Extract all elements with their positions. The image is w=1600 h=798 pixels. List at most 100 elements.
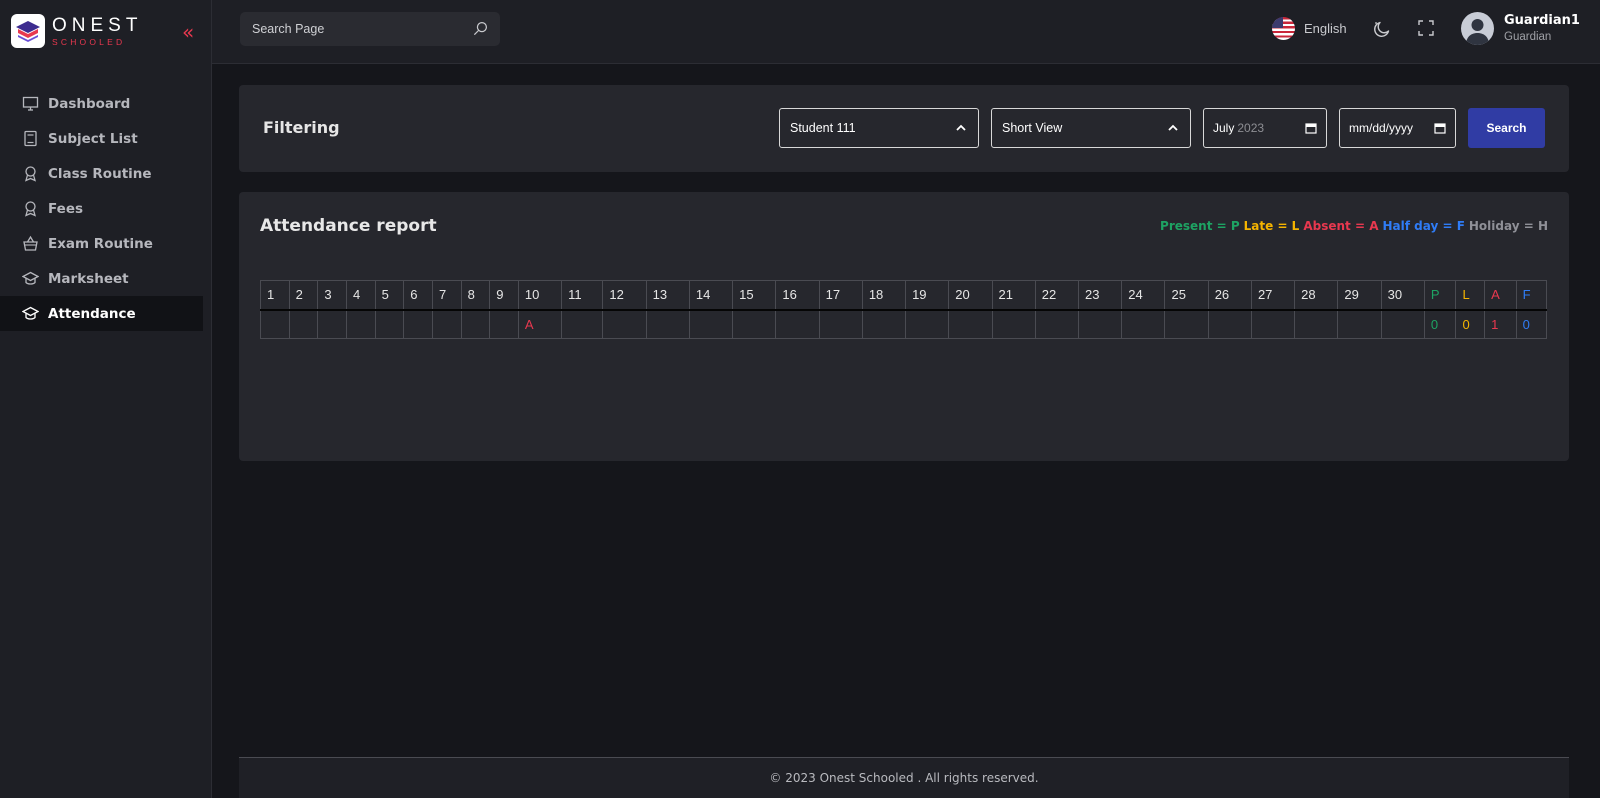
- day-cell: [861, 309, 907, 339]
- day-cell: [374, 309, 405, 339]
- date-input[interactable]: mm/dd/yyyy: [1339, 108, 1456, 148]
- legend-item: Absent = A: [1303, 219, 1379, 233]
- page-search[interactable]: [240, 12, 500, 46]
- logo-mark: [11, 14, 45, 48]
- graduation-cap-icon: [22, 270, 39, 287]
- fullscreen-icon[interactable]: [1418, 20, 1434, 36]
- day-header: 14: [688, 280, 734, 311]
- day-cell: [905, 309, 950, 339]
- search-button[interactable]: Search: [1468, 108, 1545, 148]
- calendar-icon[interactable]: [1434, 122, 1446, 134]
- calendar-icon[interactable]: [1305, 122, 1317, 134]
- sidebar-nav: Dashboard Subject List Class Routine Fees Ex…: [0, 86, 203, 331]
- search-icon[interactable]: [473, 21, 488, 36]
- user-avatar[interactable]: [1461, 12, 1494, 45]
- sidebar-item-exam-routine[interactable]: Exam Routine: [0, 226, 203, 261]
- brand-logo[interactable]: ONEST SCHOOLED: [11, 14, 142, 48]
- day-header: 20: [948, 280, 993, 311]
- sidebar-item-label: Exam Routine: [48, 235, 153, 252]
- day-header: 9: [489, 280, 519, 311]
- language-label: English: [1304, 21, 1347, 36]
- day-header: 5: [374, 280, 405, 311]
- sidebar-item-fees[interactable]: Fees: [0, 191, 203, 226]
- day-header: 16: [775, 280, 820, 311]
- day-cell: [489, 309, 519, 339]
- month-input[interactable]: July 2023: [1203, 108, 1327, 148]
- day-cell: [345, 309, 376, 339]
- sidebar-item-subject-list[interactable]: Subject List: [0, 121, 203, 156]
- day-header: 4: [345, 280, 376, 311]
- attendance-header-row: 1 2 3 4 5 6 7 8 9 10 11 12 13 14 15 16 17 18 19 20 21 22 23 24 2…: [260, 280, 1548, 311]
- student-select[interactable]: Student 111: [779, 108, 979, 148]
- day-header: 24: [1121, 280, 1166, 311]
- search-input[interactable]: [252, 22, 462, 36]
- sidebar-item-label: Fees: [48, 200, 84, 217]
- graduation-cap-icon: [22, 305, 39, 322]
- us-flag-icon: [1272, 17, 1295, 40]
- day-cell: [818, 309, 863, 339]
- summary-header: L: [1455, 280, 1486, 311]
- dark-mode-toggle-icon[interactable]: [1373, 20, 1391, 38]
- day-header: 7: [431, 280, 462, 311]
- day-cell: [948, 309, 993, 339]
- day-header: 26: [1207, 280, 1252, 311]
- sidebar-item-label: Class Routine: [48, 165, 152, 182]
- day-header: 19: [905, 280, 950, 311]
- day-header: 22: [1034, 280, 1080, 311]
- filter-title: Filtering: [263, 118, 340, 137]
- summary-cell: 0: [1423, 309, 1457, 339]
- sidebar-item-attendance[interactable]: Attendance: [0, 296, 203, 331]
- day-header: 25: [1164, 280, 1209, 311]
- day-header: 3: [317, 280, 347, 311]
- day-header: 18: [861, 280, 907, 311]
- day-cell: [645, 309, 690, 339]
- attendance-card: Attendance report Present = P Late = L Abs…: [239, 192, 1569, 461]
- sidebar-item-dashboard[interactable]: Dashboard: [0, 86, 203, 121]
- day-header: 8: [460, 280, 491, 311]
- day-cell: [431, 309, 462, 339]
- day-header: 29: [1337, 280, 1382, 311]
- day-cell: [288, 309, 319, 339]
- language-selector[interactable]: English: [1272, 17, 1347, 40]
- summary-cell: 0: [1455, 309, 1486, 339]
- day-header: 10: [517, 280, 563, 311]
- day-cell: [732, 309, 777, 339]
- day-cell: [317, 309, 347, 339]
- view-select[interactable]: Short View: [991, 108, 1191, 148]
- copyright-text: © 2023 Onest Schooled . All rights reser…: [769, 771, 1039, 785]
- day-header: 12: [602, 280, 647, 311]
- day-cell: [1337, 309, 1382, 339]
- month-year: 2023: [1237, 121, 1265, 135]
- date-placeholder: mm/dd/yyyy: [1349, 121, 1414, 135]
- brand-tagline: SCHOOLED: [52, 36, 126, 47]
- attendance-legend: Present = P Late = L Absent = A Half day = …: [1156, 219, 1548, 233]
- day-header: 28: [1294, 280, 1339, 311]
- user-name[interactable]: Guardian1: [1504, 13, 1580, 28]
- award-icon: [22, 200, 39, 217]
- day-header: 17: [818, 280, 863, 311]
- sidebar-item-label: Subject List: [48, 130, 138, 147]
- sidebar: ONEST SCHOOLED « Dashboard Subject List Cl…: [0, 0, 212, 798]
- sidebar-collapse-button[interactable]: «: [182, 22, 194, 42]
- day-header: 15: [732, 280, 777, 311]
- day-cell: A: [517, 309, 563, 339]
- user-role: Guardian: [1504, 31, 1552, 43]
- day-header: 30: [1380, 280, 1425, 311]
- summary-cell: 1: [1484, 309, 1517, 339]
- day-cell: [1380, 309, 1425, 339]
- sidebar-item-class-routine[interactable]: Class Routine: [0, 156, 203, 191]
- day-cell: [1164, 309, 1209, 339]
- day-header: 21: [991, 280, 1036, 311]
- student-select-value: Student 111: [790, 121, 856, 135]
- brand-name: ONEST: [52, 14, 143, 36]
- day-header: 2: [288, 280, 319, 311]
- day-header: 23: [1077, 280, 1123, 311]
- day-cell: [1294, 309, 1339, 339]
- sidebar-item-label: Attendance: [48, 305, 136, 322]
- month-value: July: [1213, 121, 1235, 135]
- sidebar-item-marksheet[interactable]: Marksheet: [0, 261, 203, 296]
- award-icon: [22, 165, 39, 182]
- footer: © 2023 Onest Schooled . All rights reser…: [239, 757, 1569, 798]
- filter-card: Filtering Student 111 Short View July 20…: [239, 85, 1569, 172]
- day-header: 27: [1250, 280, 1296, 311]
